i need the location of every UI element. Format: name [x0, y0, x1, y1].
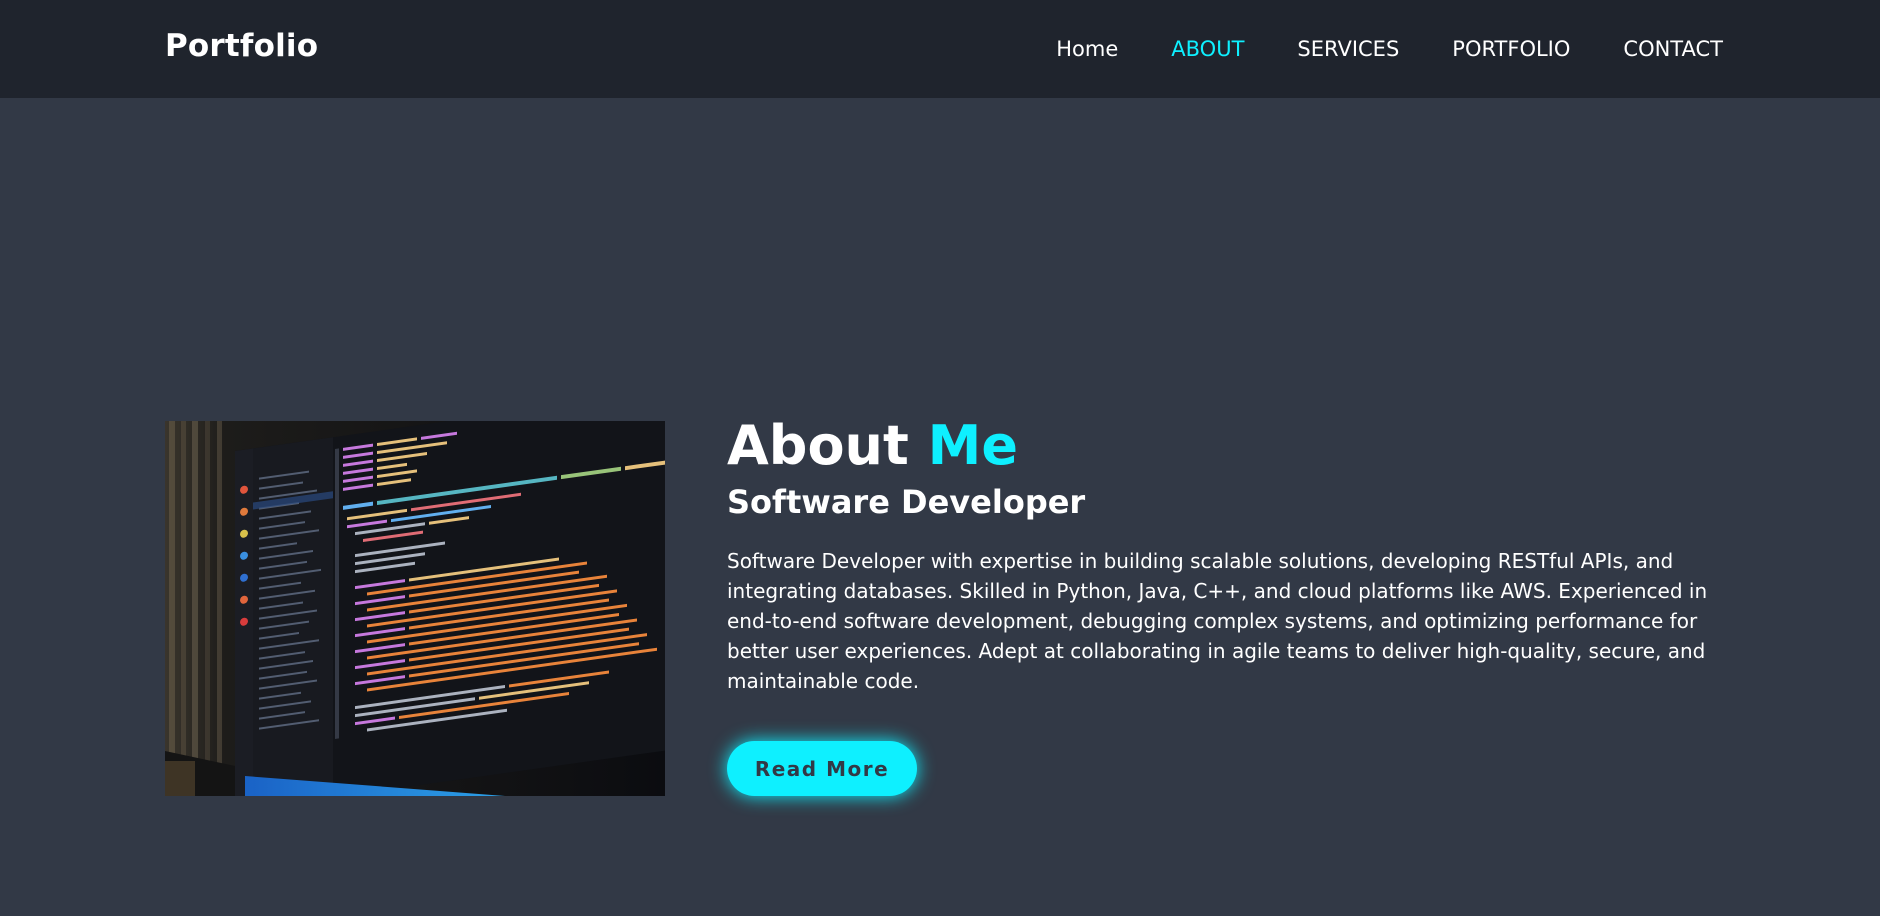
nav-contact[interactable]: CONTACT — [1623, 37, 1723, 61]
nav-home[interactable]: Home — [1056, 37, 1118, 61]
main-nav: Home ABOUT SERVICES PORTFOLIO CONTACT — [1003, 0, 1723, 98]
about-image — [165, 421, 665, 796]
about-content: About Me Software Developer Software Dev… — [727, 412, 1727, 796]
logo[interactable]: Portfolio — [165, 28, 318, 64]
about-heading: About Me — [727, 412, 1727, 480]
nav-portfolio[interactable]: PORTFOLIO — [1452, 37, 1570, 61]
nav-about[interactable]: ABOUT — [1171, 37, 1244, 61]
nav-services[interactable]: SERVICES — [1297, 37, 1399, 61]
about-subtitle: Software Developer — [727, 483, 1086, 521]
about-bio: Software Developer with expertise in bui… — [727, 549, 1708, 693]
site-header: Portfolio Home ABOUT SERVICES PORTFOLIO … — [0, 0, 1880, 98]
read-more-button[interactable]: Read More — [727, 741, 917, 796]
heading-accent: Me — [927, 414, 1018, 477]
heading-main: About — [727, 414, 909, 477]
code-editor-photo — [165, 421, 665, 796]
